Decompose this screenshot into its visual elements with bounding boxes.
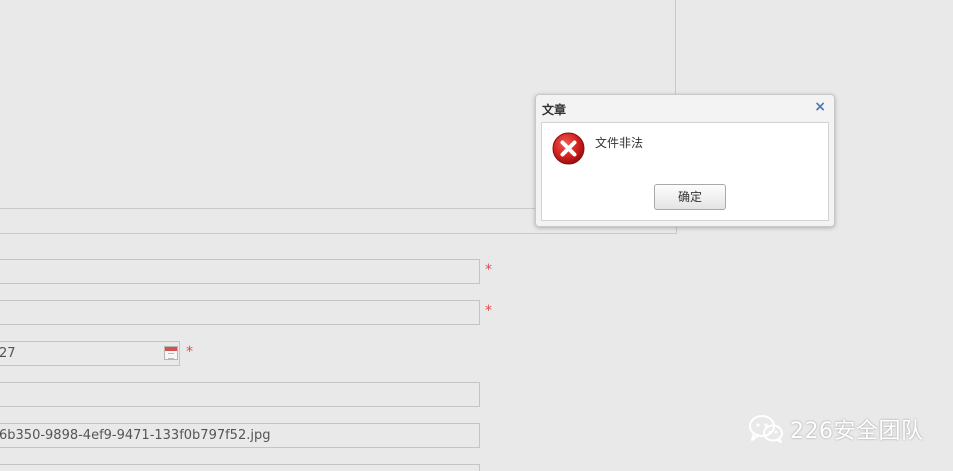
dialog-title: 文章 [542, 103, 567, 117]
ok-button[interactable]: 确定 [654, 184, 726, 210]
image-path-input[interactable]: 6b350-9898-4ef9-9471-133f0b797f52.jpg [0, 423, 480, 448]
wechat-icon [749, 415, 783, 443]
close-icon[interactable]: × [814, 99, 826, 115]
title-input[interactable] [0, 259, 480, 284]
required-marker: * [485, 262, 492, 278]
watermark-text: 226安全团队 [790, 419, 924, 444]
page: * * 27 * 6b350-9898-4ef9-9471-133f0b797f… [0, 0, 953, 471]
dialog-message: 文件非法 [595, 136, 644, 150]
required-marker: * [186, 344, 193, 360]
source-input[interactable] [0, 382, 480, 407]
dialog-body: 文件非法 确定 [541, 122, 829, 221]
author-input[interactable] [0, 300, 480, 325]
date-input[interactable]: 27 [0, 341, 180, 366]
watermark: 226安全团队 [748, 414, 924, 444]
alert-dialog: 文章 × 文件非法 确定 [535, 94, 835, 227]
error-icon [552, 132, 585, 165]
calendar-icon[interactable] [164, 346, 178, 360]
required-marker: * [485, 303, 492, 319]
extra-input[interactable] [0, 464, 480, 471]
